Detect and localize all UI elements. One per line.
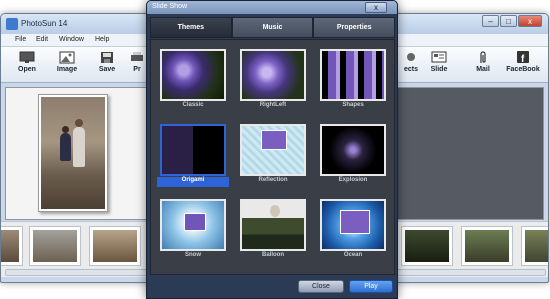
effects-icon — [407, 53, 415, 61]
theme-label: Classic — [182, 102, 204, 108]
slide-button[interactable]: Slide — [419, 49, 459, 81]
image-icon — [59, 51, 75, 64]
theme-label: Ocean — [343, 252, 363, 258]
save-button[interactable]: Save — [87, 49, 127, 81]
filmstrip-thumb[interactable] — [401, 226, 453, 266]
dialog-button-bar: Close Play — [150, 277, 395, 298]
mail-button[interactable]: Mail — [463, 49, 503, 81]
theme-label: Reflection — [258, 177, 288, 183]
monitor-icon — [19, 51, 35, 63]
facebook-icon: f — [517, 51, 529, 64]
slide-label: Slide — [430, 66, 448, 73]
close-window-button[interactable]: x — [518, 15, 542, 27]
dialog-tabs: Themes Music Properties — [150, 17, 396, 38]
dialog-title: Slide Show — [152, 3, 188, 10]
theme-label: Snow — [185, 252, 201, 258]
minimize-button[interactable]: – — [482, 15, 499, 27]
theme-label: RightLeft — [259, 102, 287, 108]
menu-file[interactable]: File — [15, 36, 26, 43]
dialog-title-bar: Slide Show x — [147, 1, 397, 14]
theme-classic[interactable]: Classic — [157, 49, 229, 111]
theme-thumbnail — [160, 199, 226, 251]
theme-thumbnail — [240, 199, 306, 251]
theme-thumbnail — [320, 49, 386, 101]
open-button[interactable]: Open — [7, 49, 47, 81]
app-icon — [6, 18, 18, 30]
print-button[interactable]: Pr — [127, 49, 147, 81]
filmstrip-thumb[interactable] — [89, 226, 141, 266]
open-label: Open — [18, 66, 36, 73]
filmstrip-thumb[interactable] — [29, 226, 81, 266]
theme-ocean[interactable]: Ocean — [317, 199, 389, 261]
facebook-button[interactable]: f FaceBook — [501, 49, 545, 81]
paperclip-icon — [480, 51, 486, 63]
filmstrip-thumb[interactable] — [521, 226, 548, 266]
theme-origami[interactable]: Origami — [157, 124, 229, 187]
right-preview-panel — [396, 87, 544, 220]
theme-thumbnail — [320, 124, 386, 176]
filmstrip-thumb[interactable] — [1, 226, 23, 266]
app-title: PhotoSun 14 — [21, 19, 68, 28]
theme-thumbnail — [240, 49, 306, 101]
theme-label: Shapes — [342, 102, 364, 108]
theme-thumbnail — [160, 124, 226, 176]
play-button[interactable]: Play — [349, 280, 393, 293]
maximize-button[interactable]: □ — [500, 15, 517, 27]
slideshow-icon — [431, 51, 447, 63]
theme-thumbnail — [320, 199, 386, 251]
theme-thumbnail — [160, 49, 226, 101]
theme-reflection[interactable]: Reflection — [237, 124, 309, 186]
theme-label: Balloon — [262, 252, 284, 258]
menu-help[interactable]: Help — [95, 36, 109, 43]
save-icon — [101, 52, 113, 63]
menu-window[interactable]: Window — [59, 36, 84, 43]
photo-preview[interactable] — [38, 94, 108, 212]
theme-shapes[interactable]: Shapes — [317, 49, 389, 111]
theme-explosion[interactable]: Explosion — [317, 124, 389, 186]
image-label: Image — [56, 66, 78, 73]
theme-balloon[interactable]: Balloon — [237, 199, 309, 261]
theme-snow[interactable]: Snow — [157, 199, 229, 261]
save-label: Save — [98, 66, 116, 73]
theme-label: Origami — [157, 177, 229, 187]
filmstrip-thumb[interactable] — [461, 226, 513, 266]
tab-music[interactable]: Music — [231, 17, 314, 38]
theme-label: Explosion — [338, 177, 368, 183]
theme-thumbnail — [240, 124, 306, 176]
slide-show-dialog: Slide Show x Themes Music Properties Cla… — [146, 0, 398, 299]
print-icon — [131, 52, 143, 61]
tab-properties[interactable]: Properties — [313, 17, 396, 38]
photo-person — [73, 119, 85, 167]
photo-person — [60, 126, 71, 161]
tab-themes[interactable]: Themes — [150, 17, 232, 38]
facebook-label: FaceBook — [506, 66, 540, 73]
photo-image — [41, 97, 105, 209]
themes-grid: Classic RightLeft Shapes Origami Reflect… — [150, 39, 395, 275]
image-button[interactable]: Image — [47, 49, 87, 81]
dialog-close-button[interactable]: x — [365, 2, 387, 13]
window-controls: – □ x — [482, 15, 542, 27]
close-button[interactable]: Close — [298, 280, 344, 293]
mail-label: Mail — [476, 66, 490, 73]
menu-edit[interactable]: Edit — [36, 36, 48, 43]
theme-rightleft[interactable]: RightLeft — [237, 49, 309, 111]
image-preview-panel — [5, 87, 147, 220]
print-label: Pr — [133, 66, 141, 73]
